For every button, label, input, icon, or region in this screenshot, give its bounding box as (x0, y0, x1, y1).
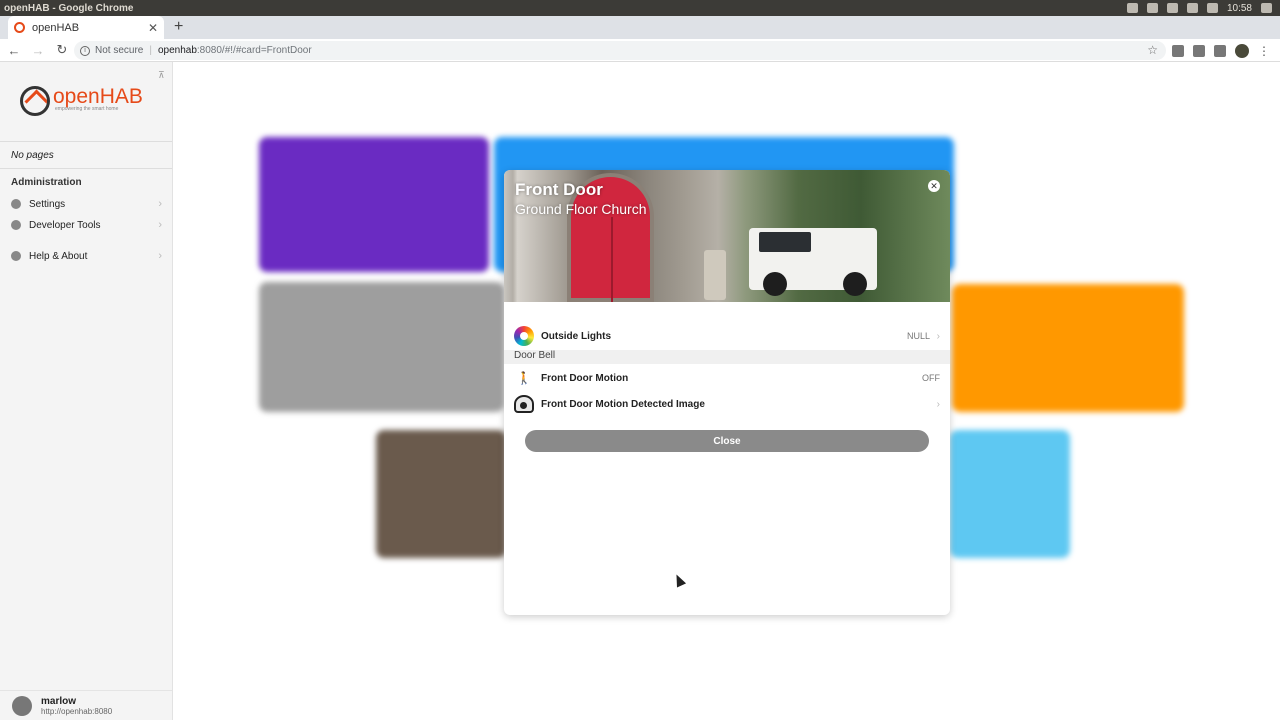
administration-heading: Administration (11, 177, 82, 188)
shield-icon (11, 220, 21, 230)
plant-pot-illustration (704, 250, 726, 300)
sidebar-item-developer-tools[interactable]: Developer Tools › (0, 215, 172, 235)
close-icon[interactable]: ✕ (148, 21, 158, 35)
user-panel[interactable]: marlow http://openhab:8080 (0, 690, 172, 720)
browser-toolbar: ← → ↻ i Not secure | openhab :8080/#!/#c… (0, 39, 1280, 62)
openhab-favicon-icon (14, 22, 25, 33)
group-header (504, 350, 950, 364)
card-header-image: Front Door Ground Floor Church ✕ (504, 170, 950, 302)
item-label: Outside Lights (541, 330, 611, 342)
bookmark-star-icon[interactable]: ☆ (1147, 43, 1158, 57)
url-host: openhab (157, 45, 197, 56)
location-card-photo[interactable] (376, 430, 506, 558)
transfer-icon[interactable] (1146, 3, 1158, 13)
sidebar: ⊼ openHAB empowering the smart home No p… (0, 62, 173, 720)
extension-icon[interactable] (1172, 45, 1184, 57)
os-title-bar: openHAB - Google Chrome 10:58 (0, 0, 1280, 16)
motion-icon: 🚶 (516, 371, 532, 385)
address-bar[interactable]: i Not secure | openhab :8080/#!/#card=Fr… (74, 41, 1166, 60)
sidebar-item-help-about[interactable]: Help & About › (0, 246, 172, 266)
group-title: Door Bell (514, 350, 556, 361)
chevron-right-icon: › (158, 198, 162, 210)
chevron-right-icon: › (158, 219, 162, 231)
color-wheel-icon (514, 326, 534, 346)
item-front-door-motion[interactable]: 🚶 Front Door Motion OFF (504, 364, 950, 392)
keyboard-icon[interactable] (1166, 3, 1178, 13)
window-title: openHAB - Google Chrome (4, 2, 134, 14)
item-outside-lights[interactable]: Outside Lights NULL › (504, 322, 950, 350)
power-icon[interactable] (1261, 3, 1272, 13)
info-icon[interactable]: i (80, 45, 90, 56)
sidebar-item-label: Help & About (29, 250, 88, 262)
system-tray: 10:58 (1126, 0, 1280, 16)
url-path: :8080/#!/#card=FrontDoor (196, 45, 312, 56)
sidebar-item-settings[interactable]: Settings › (0, 194, 172, 214)
tab-title: openHAB (32, 21, 80, 34)
openhab-logo[interactable]: openHAB empowering the smart home (20, 86, 143, 116)
card-title: Front Door (515, 180, 603, 199)
puzzle-icon[interactable] (1214, 45, 1226, 57)
network-icon[interactable] (1126, 3, 1138, 13)
tab-strip: openHAB ✕ + (0, 16, 1280, 39)
forward-button[interactable]: → (28, 43, 48, 58)
reload-button[interactable]: ↻ (52, 42, 72, 58)
item-label: Front Door Motion (541, 372, 629, 384)
menu-icon[interactable]: ⋮ (1258, 44, 1270, 58)
not-secure-label: Not secure (95, 45, 144, 56)
logo-mark-icon (20, 86, 50, 116)
item-state: NULL (906, 331, 930, 341)
extension-icons: ⋮ (1172, 44, 1270, 58)
new-tab-button[interactable]: + (174, 18, 183, 36)
pin-icon[interactable]: ⊼ (158, 70, 165, 81)
vehicle-illustration (749, 228, 877, 296)
location-card-purple[interactable] (259, 137, 489, 272)
item-label: Front Door Motion Detected Image (541, 398, 705, 410)
location-card-grey[interactable] (259, 282, 504, 412)
card-subtitle: Ground Floor Church (515, 201, 647, 217)
volume-icon[interactable] (1206, 3, 1218, 13)
front-door-card-modal: Front Door Ground Floor Church ✕ Outside… (504, 170, 950, 615)
back-button[interactable]: ← (4, 43, 24, 58)
logo-word: openHAB (53, 85, 143, 108)
extension-icon[interactable] (1193, 45, 1205, 57)
camera-icon (514, 395, 534, 413)
help-icon (11, 251, 21, 261)
sidebar-item-label: Developer Tools (29, 219, 101, 231)
chevron-right-icon: › (936, 330, 940, 342)
close-button[interactable]: Close (525, 430, 929, 452)
profile-avatar[interactable] (1235, 44, 1249, 58)
chevron-right-icon: › (936, 398, 940, 410)
close-icon[interactable]: ✕ (928, 180, 940, 192)
user-name: marlow (41, 695, 77, 707)
item-state: OFF (922, 373, 940, 383)
no-pages-label: No pages (0, 141, 172, 169)
gear-icon (11, 199, 21, 209)
mail-icon[interactable] (1186, 3, 1198, 13)
chevron-right-icon: › (158, 250, 162, 262)
sidebar-item-label: Settings (29, 198, 66, 210)
user-icon (12, 695, 32, 716)
divider: | (149, 45, 152, 56)
browser-tab[interactable]: openHAB ✕ (8, 16, 164, 39)
clock[interactable]: 10:58 (1227, 3, 1252, 14)
item-front-door-motion-image[interactable]: Front Door Motion Detected Image › (504, 390, 950, 418)
location-card-orange[interactable] (952, 284, 1184, 412)
location-card-light-blue[interactable] (950, 430, 1070, 558)
user-url: http://openhab:8080 (41, 706, 113, 716)
